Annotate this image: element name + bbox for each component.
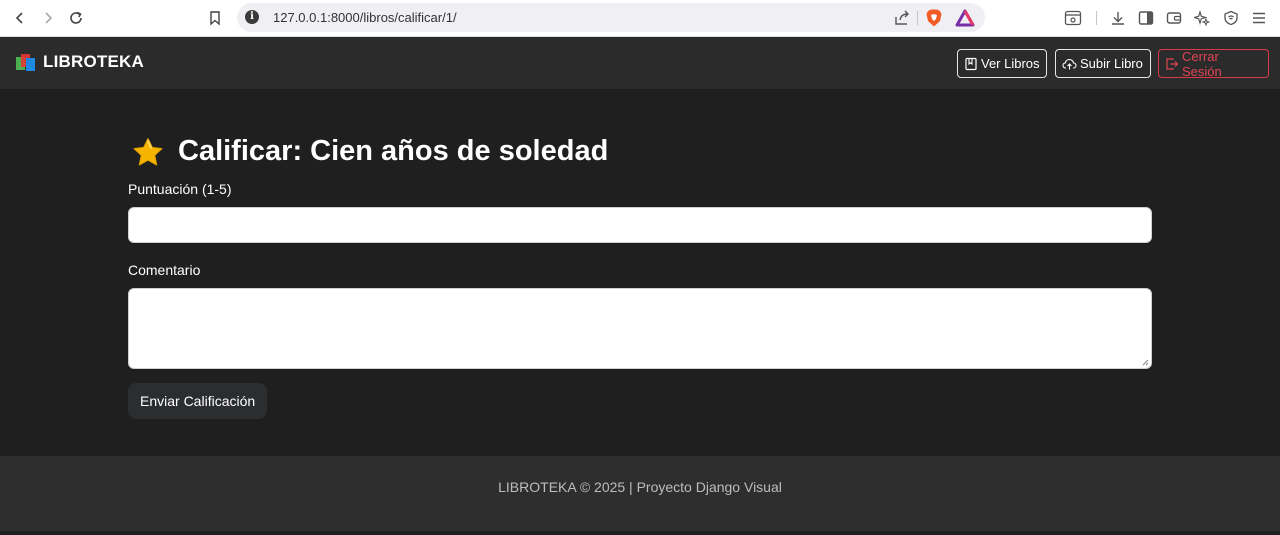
page-bottom bbox=[0, 531, 1280, 535]
score-input[interactable] bbox=[128, 207, 1152, 243]
address-bar[interactable]: i 127.0.0.1:8000/libros/calificar/1/ bbox=[237, 3, 985, 32]
page-title: Calificar: Cien años de soledad bbox=[132, 135, 608, 168]
subir-libro-button[interactable]: Subir Libro bbox=[1055, 49, 1151, 78]
ver-libros-button[interactable]: Ver Libros bbox=[957, 49, 1047, 78]
divider bbox=[1096, 11, 1097, 25]
bookmark-icon bbox=[210, 11, 220, 26]
comment-textarea[interactable] bbox=[128, 288, 1152, 369]
resize-handle-icon[interactable] bbox=[1141, 358, 1149, 366]
sidebar-icon[interactable] bbox=[1135, 7, 1157, 29]
score-label: Puntuación (1-5) bbox=[128, 181, 232, 197]
cloud-upload-icon bbox=[1062, 57, 1077, 71]
books-logo-icon bbox=[16, 53, 36, 71]
subir-libro-label: Subir Libro bbox=[1080, 56, 1143, 71]
download-icon[interactable] bbox=[1107, 7, 1129, 29]
submit-rating-button[interactable]: Enviar Calificación bbox=[128, 383, 268, 419]
book-icon bbox=[964, 57, 978, 71]
page-title-text: Calificar: Cien años de soledad bbox=[178, 135, 609, 167]
submit-rating-label: Enviar Calificación bbox=[140, 393, 256, 409]
brave-rewards-icon[interactable] bbox=[955, 9, 975, 27]
brand-link[interactable]: LIBROTEKA bbox=[16, 52, 144, 72]
menu-icon[interactable] bbox=[1248, 7, 1270, 29]
comment-label: Comentario bbox=[128, 262, 201, 278]
back-button[interactable] bbox=[8, 6, 32, 30]
url-text[interactable]: 127.0.0.1:8000/libros/calificar/1/ bbox=[273, 10, 457, 25]
divider bbox=[917, 11, 918, 25]
reload-button[interactable] bbox=[64, 6, 88, 30]
forward-button[interactable] bbox=[36, 6, 60, 30]
vpn-shield-icon[interactable] bbox=[1220, 7, 1242, 29]
main-content: Calificar: Cien años de soledad Puntuaci… bbox=[0, 89, 1280, 456]
logout-icon bbox=[1165, 57, 1179, 71]
share-icon[interactable] bbox=[893, 9, 911, 27]
reader-mode-icon[interactable] bbox=[1062, 7, 1084, 29]
wallet-icon[interactable] bbox=[1163, 7, 1185, 29]
footer: LIBROTEKA © 2025 | Proyecto Django Visua… bbox=[0, 456, 1280, 531]
bookmark-button[interactable] bbox=[203, 6, 227, 30]
leo-ai-icon[interactable] bbox=[1191, 7, 1213, 29]
chevron-right-icon bbox=[45, 12, 53, 24]
navbar: LIBROTEKA Ver Libros Subir Libro Cerrar … bbox=[0, 37, 1280, 89]
reload-icon bbox=[70, 11, 82, 24]
browser-toolbar: i 127.0.0.1:8000/libros/calificar/1/ bbox=[0, 0, 1280, 37]
info-icon[interactable]: i bbox=[245, 10, 259, 24]
chevron-left-icon bbox=[15, 12, 23, 24]
star-icon bbox=[132, 137, 164, 167]
brave-shields-icon[interactable] bbox=[925, 8, 943, 28]
brand-name: LIBROTEKA bbox=[43, 52, 144, 71]
footer-text: LIBROTEKA © 2025 | Proyecto Django Visua… bbox=[498, 479, 782, 495]
cerrar-sesion-label: Cerrar Sesión bbox=[1182, 48, 1222, 79]
cerrar-sesion-button[interactable]: Cerrar Sesión bbox=[1158, 48, 1269, 79]
ver-libros-label: Ver Libros bbox=[981, 56, 1040, 71]
